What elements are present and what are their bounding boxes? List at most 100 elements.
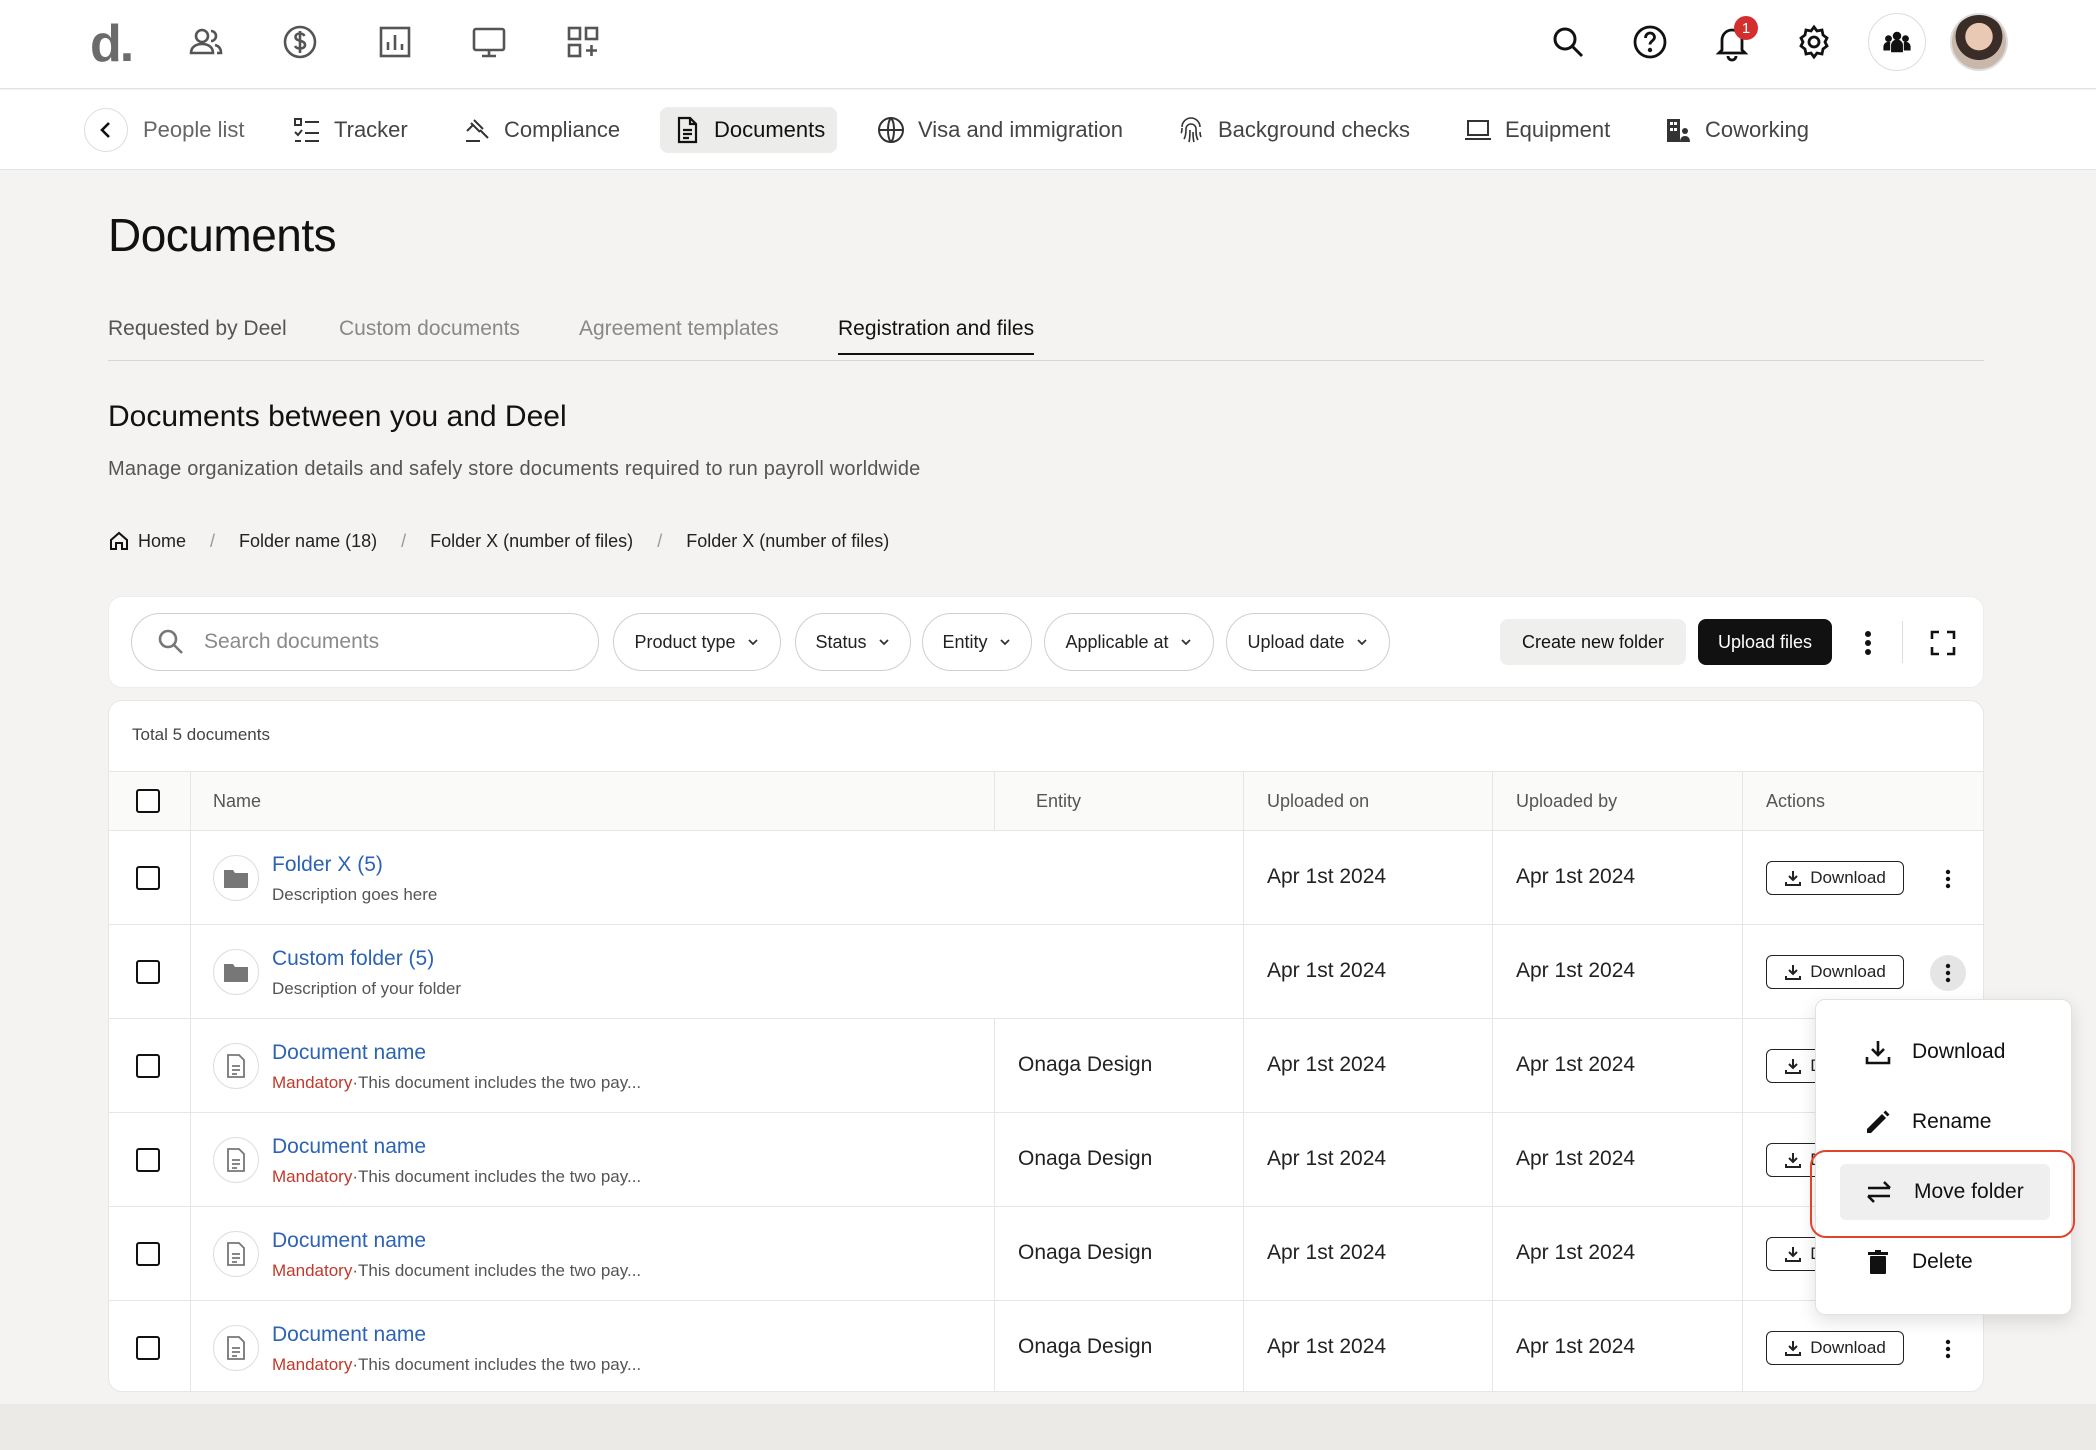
nav-documents[interactable]: Documents (660, 107, 838, 153)
filter-upload-date[interactable]: Upload date (1226, 613, 1390, 671)
create-new-folder-button[interactable]: Create new folder (1500, 619, 1686, 665)
chip-label: Upload date (1247, 631, 1345, 652)
search-input[interactable] (204, 630, 564, 654)
table-row[interactable]: Document name Mandatory·This document in… (109, 1113, 1983, 1207)
row-checkbox[interactable] (136, 1242, 160, 1266)
column-name[interactable]: Name (213, 791, 261, 812)
menu-item-delete[interactable]: Delete (1840, 1234, 2050, 1290)
apps-add-icon[interactable] (563, 22, 603, 62)
gavel-icon (466, 119, 489, 142)
gear-icon[interactable] (1794, 22, 1834, 62)
column-uploaded-on[interactable]: Uploaded on (1267, 791, 1369, 812)
chip-label: Applicable at (1065, 631, 1169, 652)
breadcrumb-folder-x-current[interactable]: Folder X (number of files) (686, 531, 889, 552)
search-box[interactable] (131, 613, 599, 671)
row-more-icon[interactable] (1930, 1331, 1966, 1367)
search-icon[interactable] (1548, 22, 1588, 62)
table-row[interactable]: Folder X (5) Description goes here Apr 1… (109, 831, 1983, 925)
total-count: Total 5 documents (132, 725, 270, 744)
download-icon (1785, 1341, 1802, 1356)
row-name-link[interactable]: Folder X (5) (272, 853, 383, 877)
bell-icon[interactable]: 1 (1712, 16, 1758, 62)
help-icon[interactable] (1630, 22, 1670, 62)
row-name-link[interactable]: Custom folder (5) (272, 947, 434, 971)
chevron-down-icon (878, 639, 889, 646)
row-checkbox[interactable] (136, 1148, 160, 1172)
column-entity[interactable]: Entity (1036, 791, 1081, 812)
table-row[interactable]: Document name Mandatory·This document in… (109, 1019, 1983, 1113)
download-button[interactable]: Download (1766, 955, 1904, 989)
menu-item-download[interactable]: Download (1840, 1024, 2050, 1080)
tab-custom-documents[interactable]: Custom documents (339, 317, 520, 353)
download-button[interactable]: Download (1766, 861, 1904, 895)
team-button[interactable] (1868, 13, 1926, 71)
row-checkbox[interactable] (136, 1336, 160, 1360)
nav-coworking[interactable]: Coworking (1651, 107, 1821, 153)
deel-logo[interactable]: d. (90, 14, 134, 74)
chip-label: Entity (942, 631, 988, 652)
nav-visa-immigration[interactable]: Visa and immigration (864, 107, 1135, 153)
filter-product-type[interactable]: Product type (613, 613, 781, 671)
description-text: ·This document includes the two pay... (352, 1073, 642, 1092)
more-options-icon[interactable] (1853, 623, 1883, 663)
row-name-link[interactable]: Document name (272, 1229, 426, 1253)
row-more-icon[interactable] (1930, 861, 1966, 897)
file-icon (213, 1043, 259, 1089)
divider (1902, 621, 1903, 663)
download-button[interactable]: Download (1766, 1331, 1904, 1365)
breadcrumb-folder-name[interactable]: Folder name (18) (239, 531, 377, 552)
filter-status[interactable]: Status (795, 613, 911, 671)
filter-applicable-at[interactable]: Applicable at (1044, 613, 1214, 671)
download-icon (1785, 965, 1802, 980)
breadcrumb-home[interactable]: Home (108, 530, 186, 552)
monitor-icon[interactable] (469, 22, 509, 62)
notification-badge: 1 (1734, 16, 1758, 40)
table-row[interactable]: Document name Mandatory·This document in… (109, 1301, 1983, 1391)
breadcrumb-folder-x[interactable]: Folder X (number of files) (430, 531, 633, 552)
row-name-link[interactable]: Document name (272, 1323, 426, 1347)
nav-people-list[interactable]: People list (131, 107, 257, 153)
row-checkbox[interactable] (136, 960, 160, 984)
nav-equipment[interactable]: Equipment (1451, 107, 1622, 153)
chip-label: Product type (634, 631, 736, 652)
row-name-link[interactable]: Document name (272, 1135, 426, 1159)
document-tabs: Requested by Deel Custom documents Agree… (108, 313, 1984, 361)
uploaded-on: Apr 1st 2024 (1267, 1241, 1387, 1264)
table-row[interactable]: Custom folder (5) Description of your fo… (109, 925, 1983, 1019)
nav-tracker[interactable]: Tracker (280, 107, 420, 153)
section-subtitle: Manage organization details and safely s… (108, 458, 921, 480)
report-icon[interactable] (375, 22, 415, 62)
menu-label: Download (1912, 1040, 2006, 1063)
tab-requested-by-deel[interactable]: Requested by Deel (108, 317, 287, 353)
people-icon[interactable] (186, 22, 226, 62)
home-icon (110, 531, 128, 550)
dollar-icon[interactable] (280, 22, 320, 62)
upload-files-button[interactable]: Upload files (1698, 619, 1832, 665)
pencil-icon (1867, 1110, 1890, 1133)
select-all-checkbox[interactable] (136, 789, 160, 813)
row-checkbox[interactable] (136, 1054, 160, 1078)
column-uploaded-by[interactable]: Uploaded by (1516, 791, 1617, 812)
documents-table: Total 5 documents Name Entity Uploaded o… (108, 700, 1984, 1392)
filter-bar: Product type Status Entity Applicable at… (108, 596, 1984, 688)
uploaded-on: Apr 1st 2024 (1267, 1147, 1387, 1170)
chip-label: Status (815, 631, 867, 652)
filter-entity[interactable]: Entity (922, 613, 1032, 671)
nav-label: Background checks (1218, 117, 1410, 142)
avatar[interactable] (1950, 13, 2008, 71)
row-name-link[interactable]: Document name (272, 1041, 426, 1065)
back-button[interactable] (84, 108, 128, 152)
nav-background-checks[interactable]: Background checks (1164, 107, 1422, 153)
table-row[interactable]: Document name Mandatory·This document in… (109, 1207, 1983, 1301)
nav-compliance[interactable]: Compliance (450, 107, 632, 153)
menu-item-rename[interactable]: Rename (1840, 1094, 2050, 1150)
row-description: Mandatory·This document includes the two… (272, 1167, 641, 1187)
tab-agreement-templates[interactable]: Agreement templates (579, 317, 779, 353)
row-checkbox[interactable] (136, 866, 160, 890)
fullscreen-icon[interactable] (1923, 623, 1963, 663)
breadcrumb: Home / Folder name (18) / Folder X (numb… (108, 530, 889, 552)
tab-registration-and-files[interactable]: Registration and files (838, 317, 1035, 355)
uploaded-on: Apr 1st 2024 (1267, 865, 1387, 888)
row-more-icon[interactable] (1930, 955, 1966, 991)
description-text: ·This document includes the two pay... (352, 1261, 642, 1280)
